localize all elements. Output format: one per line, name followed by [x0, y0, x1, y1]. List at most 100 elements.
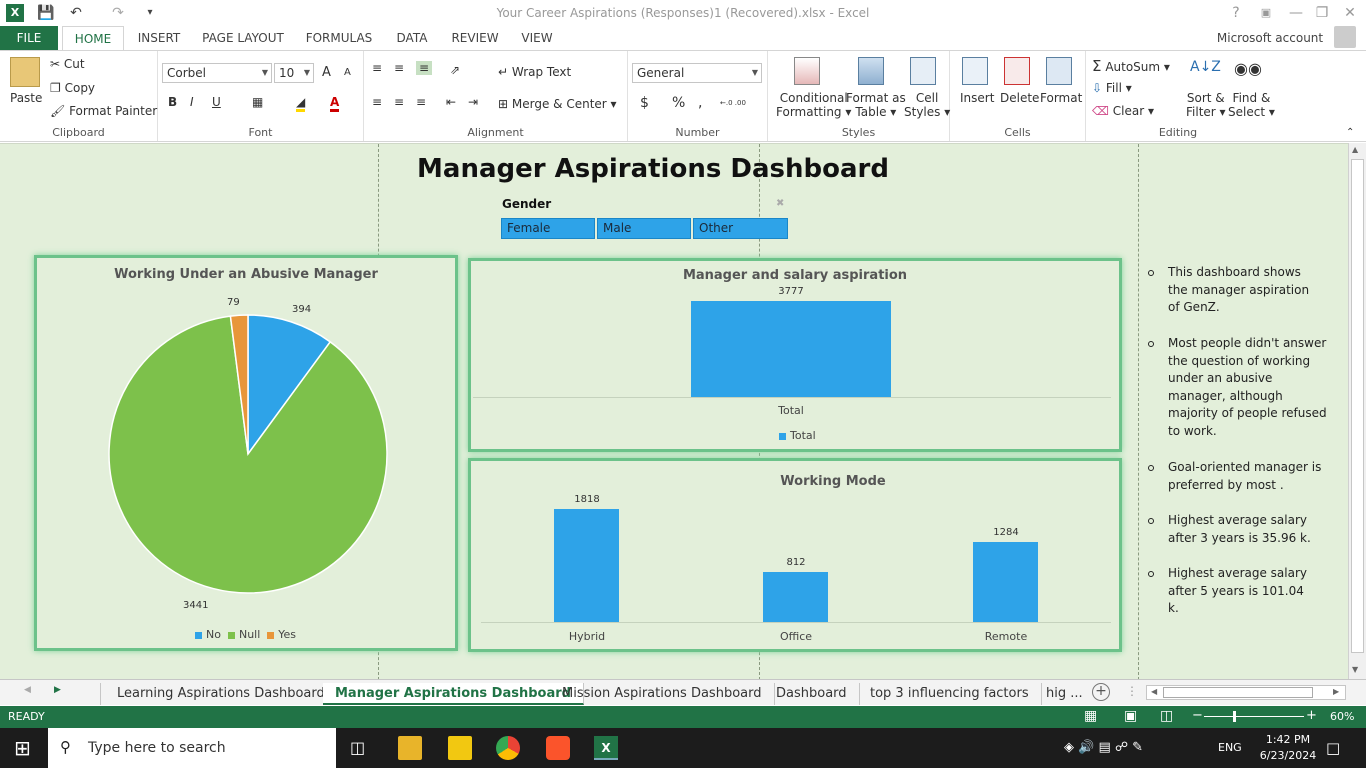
taskbar-search-box[interactable]: ⚲ Type here to search — [48, 728, 336, 768]
zoom-out-button[interactable]: − — [1192, 708, 1203, 723]
shrink-font-button[interactable]: A — [344, 67, 351, 78]
cut-button[interactable]: ✂ Cut — [50, 57, 85, 71]
page-layout-view-icon[interactable]: ▣ — [1124, 708, 1137, 724]
clock-date[interactable]: 6/23/2024 — [1254, 749, 1322, 762]
font-name-combo[interactable]: Corbel ▼ — [162, 63, 272, 83]
bar-total[interactable] — [691, 301, 891, 397]
zoom-slider-thumb[interactable] — [1233, 711, 1236, 722]
align-right-icon[interactable]: ≡ — [416, 95, 426, 109]
excel-taskbar-icon[interactable]: X — [594, 736, 618, 760]
ribbon-display-icon[interactable]: ▣ — [1256, 3, 1276, 23]
clear-button[interactable]: ⌫ Clear ▾ — [1092, 104, 1154, 118]
sheet-tab-manager[interactable]: Manager Aspirations Dashboard — [323, 683, 584, 705]
sheet-tab-more[interactable]: hig ... — [1036, 683, 1093, 705]
page-break-view-icon[interactable]: ◫ — [1160, 708, 1173, 724]
tab-view[interactable]: VIEW — [516, 26, 558, 50]
brave-browser-icon[interactable] — [546, 736, 570, 760]
minimize-button[interactable]: — — [1286, 3, 1306, 23]
orientation-icon[interactable]: ⇗ — [450, 63, 460, 77]
hscroll-thumb[interactable] — [1163, 687, 1313, 698]
working-mode-chart[interactable]: Working Mode 1818 812 1284 Hybrid Office… — [468, 458, 1122, 652]
slicer-item-female[interactable]: Female — [501, 218, 595, 239]
horizontal-scrollbar[interactable]: ◀ ▶ — [1146, 685, 1346, 700]
tab-home[interactable]: HOME — [62, 26, 124, 50]
insert-cells-button[interactable]: Insert — [960, 91, 994, 105]
power-bi-icon[interactable] — [448, 736, 472, 760]
delete-cells-button[interactable]: Delete — [1000, 91, 1039, 105]
tab-formulas[interactable]: FORMULAS — [302, 26, 376, 50]
scroll-right-icon[interactable]: ▶ — [1333, 687, 1339, 696]
align-top-icon[interactable]: ≡ — [372, 61, 382, 75]
borders-icon[interactable]: ▦ — [252, 95, 263, 109]
slicer-item-male[interactable]: Male — [597, 218, 691, 239]
vertical-scrollbar[interactable]: ▲ ▼ — [1348, 143, 1366, 679]
conditional-formatting-button[interactable]: Conditional Formatting ▾ — [776, 91, 851, 119]
chrome-icon[interactable] — [496, 736, 520, 760]
format-painter-button[interactable]: 🖌 Format Painter — [50, 104, 157, 118]
scroll-left-icon[interactable]: ◀ — [1151, 687, 1157, 696]
fill-button[interactable]: ⇩ Fill ▾ — [1092, 81, 1132, 95]
italic-button[interactable]: I — [190, 95, 194, 109]
add-sheet-icon[interactable]: + — [1092, 683, 1110, 701]
format-cells-button[interactable]: Format — [1040, 91, 1082, 105]
bar-hybrid[interactable] — [554, 509, 619, 622]
increase-decimal-button[interactable]: ←.0 .00 — [720, 99, 746, 107]
align-bottom-icon[interactable]: ≡ — [416, 61, 433, 75]
task-view-icon[interactable]: ◫ — [350, 738, 365, 757]
scroll-thumb[interactable] — [1351, 159, 1364, 653]
paste-icon[interactable] — [10, 57, 40, 87]
tab-file[interactable]: FILE — [0, 26, 58, 50]
merge-center-button[interactable]: ⊞ Merge & Center ▾ — [498, 97, 617, 111]
wrap-text-button[interactable]: ↵ Wrap Text — [498, 65, 571, 79]
help-button[interactable]: ? — [1226, 3, 1246, 23]
tab-insert[interactable]: INSERT — [134, 26, 184, 50]
tab-splitter-icon[interactable]: ⋮ — [1126, 684, 1138, 698]
avatar[interactable] — [1334, 26, 1356, 48]
maximize-button[interactable]: ❐ — [1312, 3, 1332, 23]
comma-button[interactable]: , — [698, 95, 702, 111]
currency-button[interactable]: $ — [640, 95, 649, 111]
font-size-combo[interactable]: 10 ▼ — [274, 63, 314, 83]
autosum-button[interactable]: Σ AutoSum ▾ — [1092, 57, 1170, 75]
sheet-tab-mission[interactable]: Mission Aspirations Dashboard — [550, 683, 775, 705]
sheet-tab-dashboard[interactable]: Dashboard — [764, 683, 860, 705]
close-button[interactable]: ✕ — [1340, 3, 1360, 23]
font-color-icon[interactable]: A — [330, 95, 340, 112]
copy-button[interactable]: ❐ Copy — [50, 81, 95, 95]
abusive-manager-chart[interactable]: Working Under an Abusive Manager 394 344… — [34, 255, 458, 651]
underline-button[interactable]: U — [212, 95, 221, 109]
zoom-in-button[interactable]: + — [1306, 708, 1317, 723]
language-indicator[interactable]: ENG — [1218, 741, 1242, 754]
tab-review[interactable]: REVIEW — [448, 26, 502, 50]
tab-page-layout[interactable]: PAGE LAYOUT — [198, 26, 288, 50]
decrease-indent-icon[interactable]: ⇤ — [446, 95, 456, 109]
file-explorer-icon[interactable] — [398, 736, 422, 760]
scroll-up-icon[interactable]: ▲ — [1352, 145, 1358, 154]
sheet-tab-learning[interactable]: Learning Aspirations Dashboard — [100, 683, 340, 705]
grow-font-button[interactable]: A — [322, 65, 331, 80]
find-select-button[interactable]: Find & Select ▾ — [1228, 91, 1275, 119]
slicer-item-other[interactable]: Other — [693, 218, 788, 239]
sheet-tab-top3[interactable]: top 3 influencing factors — [858, 683, 1042, 705]
zoom-slider[interactable] — [1204, 716, 1304, 717]
collapse-ribbon-icon[interactable]: ⌃ — [1346, 127, 1354, 138]
manager-salary-chart[interactable]: Manager and salary aspiration 3777 Total… — [468, 258, 1122, 452]
normal-view-icon[interactable]: ▦ — [1084, 708, 1097, 724]
align-middle-icon[interactable]: ≡ — [394, 61, 404, 75]
zoom-level[interactable]: 60% — [1330, 710, 1354, 723]
bar-office[interactable] — [763, 571, 828, 622]
bar-remote[interactable] — [973, 542, 1038, 622]
paste-button[interactable]: Paste — [10, 91, 42, 105]
clear-filter-icon[interactable]: ✖ — [776, 198, 784, 209]
align-center-icon[interactable]: ≡ — [394, 95, 404, 109]
clock-time[interactable]: 1:42 PM — [1260, 733, 1316, 746]
scroll-down-icon[interactable]: ▼ — [1352, 665, 1358, 674]
increase-indent-icon[interactable]: ⇥ — [468, 95, 478, 109]
bold-button[interactable]: B — [168, 95, 177, 109]
tab-data[interactable]: DATA — [390, 26, 434, 50]
system-tray-icons[interactable]: ◈ 🔊 ▤ ☍ ✎ — [1064, 740, 1143, 755]
notifications-icon[interactable]: □ — [1326, 739, 1340, 757]
fill-color-icon[interactable]: ◢ — [296, 95, 306, 112]
format-as-table-button[interactable]: Format as Table ▾ — [846, 91, 906, 119]
cell-styles-button[interactable]: Cell Styles ▾ — [904, 91, 950, 119]
